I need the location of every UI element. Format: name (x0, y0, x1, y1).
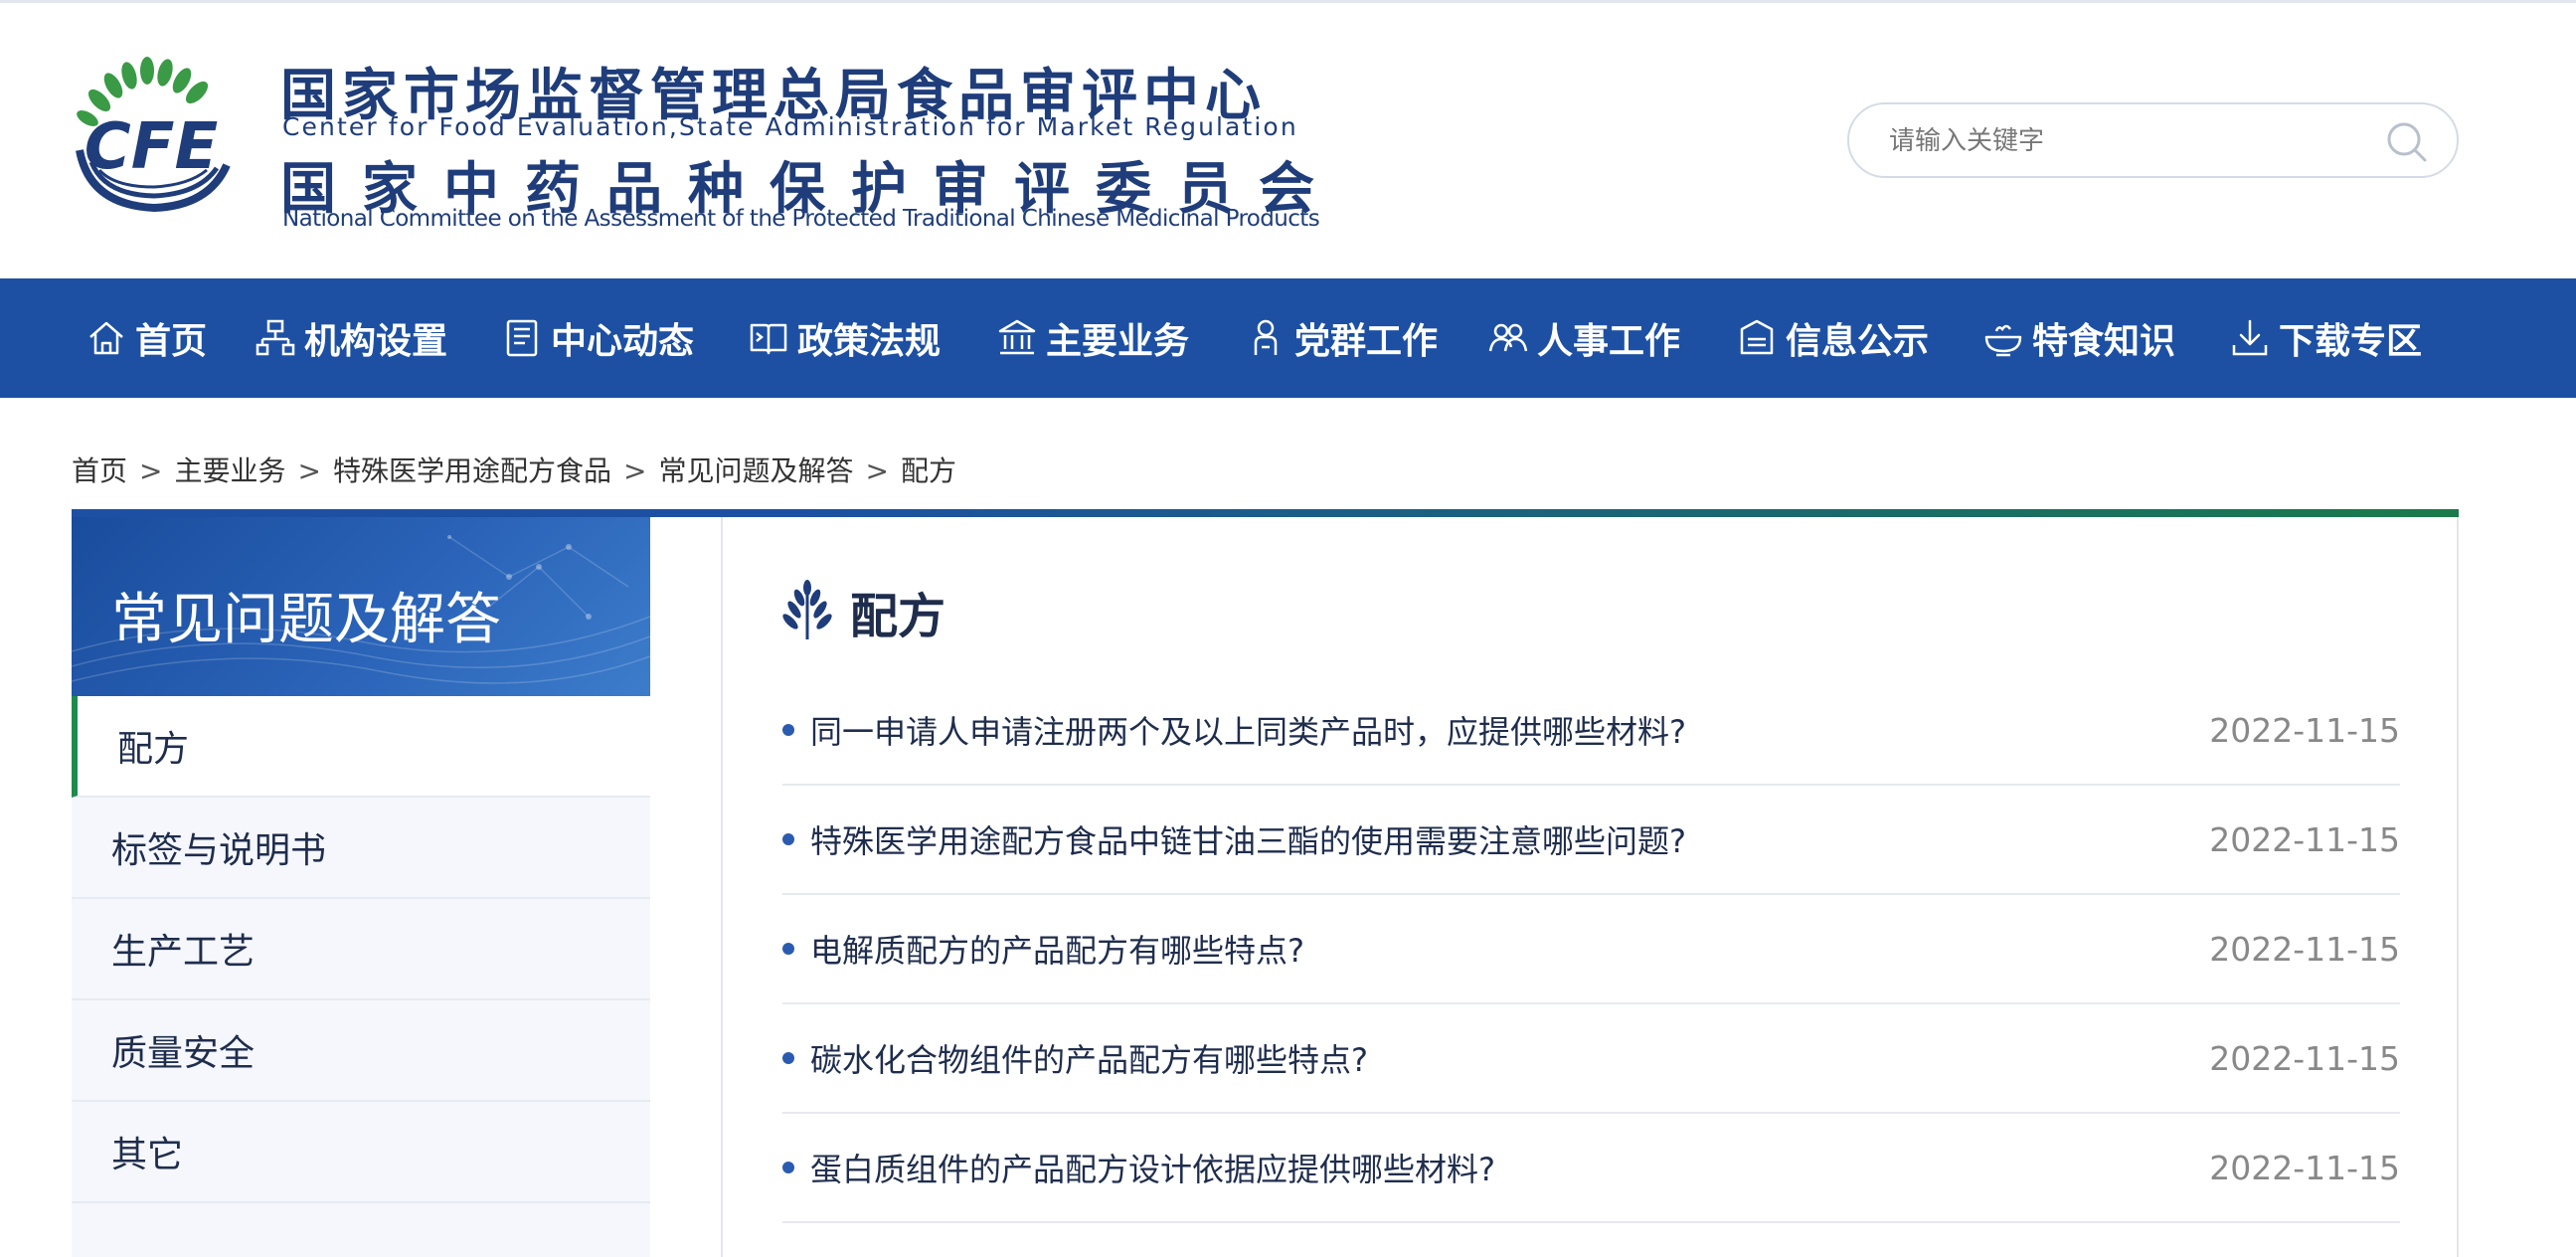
search-box (1847, 102, 2459, 178)
nav-item-main-business[interactable]: 主要业务 (996, 278, 1189, 398)
sidebar-item-label: 标签与说明书 (111, 830, 327, 871)
person-icon (1254, 319, 1278, 355)
nav-item-info-disclosure[interactable]: 信息公示 (1736, 278, 1929, 398)
org-chart-icon (256, 319, 295, 356)
download-icon (2232, 319, 2268, 356)
nav-item-special-food[interactable]: 特食知识 (1982, 278, 2175, 398)
article-title[interactable]: 电解质配方的产品配方有哪些特点? (810, 926, 1304, 972)
bullet-dot (782, 1162, 794, 1173)
building-icon (998, 319, 1036, 355)
nav-item-label: 人事工作 (1537, 321, 1681, 362)
sidebar-item-production[interactable]: 生产工艺 (72, 899, 650, 1000)
article-date: 2022-11-15 (2209, 710, 2400, 750)
breadcrumb-separator: > (297, 454, 321, 487)
bullet-dot (782, 943, 794, 955)
nav-item-label: 党群工作 (1294, 321, 1439, 362)
article-date: 2022-11-15 (2209, 819, 2400, 859)
breadcrumb-item-home[interactable]: 首页 (72, 454, 127, 487)
nav-item-label: 下载专区 (2279, 321, 2423, 362)
org-name-en-primary: Center for Food Evaluation,State Adminis… (282, 112, 1298, 141)
nav-item-downloads[interactable]: 下载专区 (2229, 278, 2422, 398)
sidebar-item-quality-safety[interactable]: 质量安全 (72, 1000, 650, 1102)
breadcrumb: 首页 > 主要业务 > 特殊医学用途配方食品 > 常见问题及解答 > 配方 (72, 449, 956, 489)
search-button[interactable] (2385, 120, 2429, 164)
wheat-icon (782, 580, 832, 639)
sidebar-item-formula[interactable]: 配方 (72, 696, 650, 798)
content-top-accent-bar (72, 509, 2459, 517)
article-row[interactable]: 同一申请人申请注册两个及以上同类产品时，应提供哪些材料? 2022-11-15 (782, 676, 2400, 786)
cfe-logo-icon: CFE (76, 57, 231, 213)
breadcrumb-separator: > (139, 454, 163, 487)
sidebar: 常见问题及解答 配方 标签与说明书 生产工艺 质量安全 其它 (72, 517, 650, 1257)
main-content: 配方 同一申请人申请注册两个及以上同类产品时，应提供哪些材料? 2022-11-… (721, 517, 2459, 1257)
nav-item-label: 特食知识 (2032, 321, 2176, 362)
sidebar-header: 常见问题及解答 (72, 517, 650, 696)
nav-item-party-work[interactable]: 党群工作 (1245, 278, 1438, 398)
article-title[interactable]: 碳水化合物组件的产品配方有哪些特点? (810, 1035, 1368, 1081)
nav-item-home[interactable]: 首页 (86, 278, 207, 398)
nav-item-center-news[interactable]: 中心动态 (501, 278, 694, 398)
breadcrumb-separator: > (622, 454, 647, 487)
search-input[interactable] (1889, 122, 2366, 160)
people-icon (1488, 323, 1528, 352)
sidebar-item-label: 生产工艺 (111, 932, 256, 973)
sidebar-item-label: 质量安全 (111, 1033, 256, 1074)
bullet-dot (782, 724, 794, 736)
article-date: 2022-11-15 (2209, 1038, 2400, 1078)
article-title[interactable]: 同一申请人申请注册两个及以上同类产品时，应提供哪些材料? (810, 707, 1686, 753)
book-icon (750, 323, 787, 355)
nav-item-organization[interactable]: 机构设置 (255, 278, 447, 398)
sidebar-item-labeling[interactable]: 标签与说明书 (72, 798, 650, 899)
breadcrumb-item-special-medical-food[interactable]: 特殊医学用途配方食品 (333, 454, 611, 487)
nav-item-label: 信息公示 (1786, 321, 1930, 362)
nav-item-label: 中心动态 (551, 321, 695, 362)
article-date: 2022-11-15 (2209, 929, 2400, 969)
article-date: 2022-11-15 (2209, 1148, 2400, 1187)
briefcase-icon (1740, 319, 1774, 355)
article-title[interactable]: 蛋白质组件的产品配方设计依据应提供哪些材料? (810, 1145, 1495, 1190)
breadcrumb-item-main-business[interactable]: 主要业务 (174, 454, 285, 487)
search-icon (2387, 122, 2427, 162)
nav-item-label: 首页 (135, 321, 208, 362)
nav-item-label: 政策法规 (797, 321, 942, 362)
article-row[interactable]: 蛋白质组件的产品配方设计依据应提供哪些材料? 2022-11-15 (782, 1114, 2400, 1223)
sidebar-item-other[interactable]: 其它 (72, 1102, 650, 1203)
sidebar-menu: 配方 标签与说明书 生产工艺 质量安全 其它 (72, 696, 650, 1203)
content-title: 配方 (850, 589, 946, 644)
nav-item-personnel[interactable]: 人事工作 (1487, 278, 1680, 398)
cfe-logo[interactable]: CFE (70, 51, 234, 220)
nav-item-policy[interactable]: 政策法规 (748, 278, 941, 398)
article-row[interactable]: 碳水化合物组件的产品配方有哪些特点? 2022-11-15 (782, 1004, 2400, 1114)
bowl-icon (1984, 324, 2022, 357)
nav-item-label: 机构设置 (304, 321, 448, 362)
home-icon (89, 321, 123, 355)
document-icon (506, 319, 538, 357)
sidebar-item-label: 其它 (111, 1135, 184, 1175)
article-list: 同一申请人申请注册两个及以上同类产品时，应提供哪些材料? 2022-11-15 … (782, 676, 2400, 1223)
logo-text: CFE (85, 110, 218, 184)
organization-name-block: 国家市场监督管理总局食品审评中心 Center for Food Evaluat… (280, 51, 1320, 240)
article-row[interactable]: 特殊医学用途配方食品中链甘油三酯的使用需要注意哪些问题? 2022-11-15 (782, 786, 2400, 895)
breadcrumb-item-current[interactable]: 配方 (901, 454, 956, 487)
article-row[interactable]: 电解质配方的产品配方有哪些特点? 2022-11-15 (782, 895, 2400, 1004)
sidebar-item-label: 配方 (117, 729, 190, 770)
content-heading: 配方 (782, 577, 945, 646)
org-name-en-secondary: National Committee on the Assessment of … (282, 206, 1320, 232)
site-header: CFE 国家市场监督管理总局食品审评中心 Center for Food Eva… (0, 3, 2576, 278)
breadcrumb-separator: > (865, 454, 889, 487)
bullet-dot (782, 833, 794, 845)
bullet-dot (782, 1052, 794, 1064)
nav-item-label: 主要业务 (1046, 321, 1190, 362)
breadcrumb-item-faq[interactable]: 常见问题及解答 (658, 454, 853, 487)
article-title[interactable]: 特殊医学用途配方食品中链甘油三酯的使用需要注意哪些问题? (810, 816, 1686, 862)
main-nav: 首页 机构设置 中心动态 政策法规 主要业务 党群工作 人事工作 信息公示 特食… (0, 278, 2576, 398)
sidebar-title: 常见问题及解答 (111, 588, 501, 652)
